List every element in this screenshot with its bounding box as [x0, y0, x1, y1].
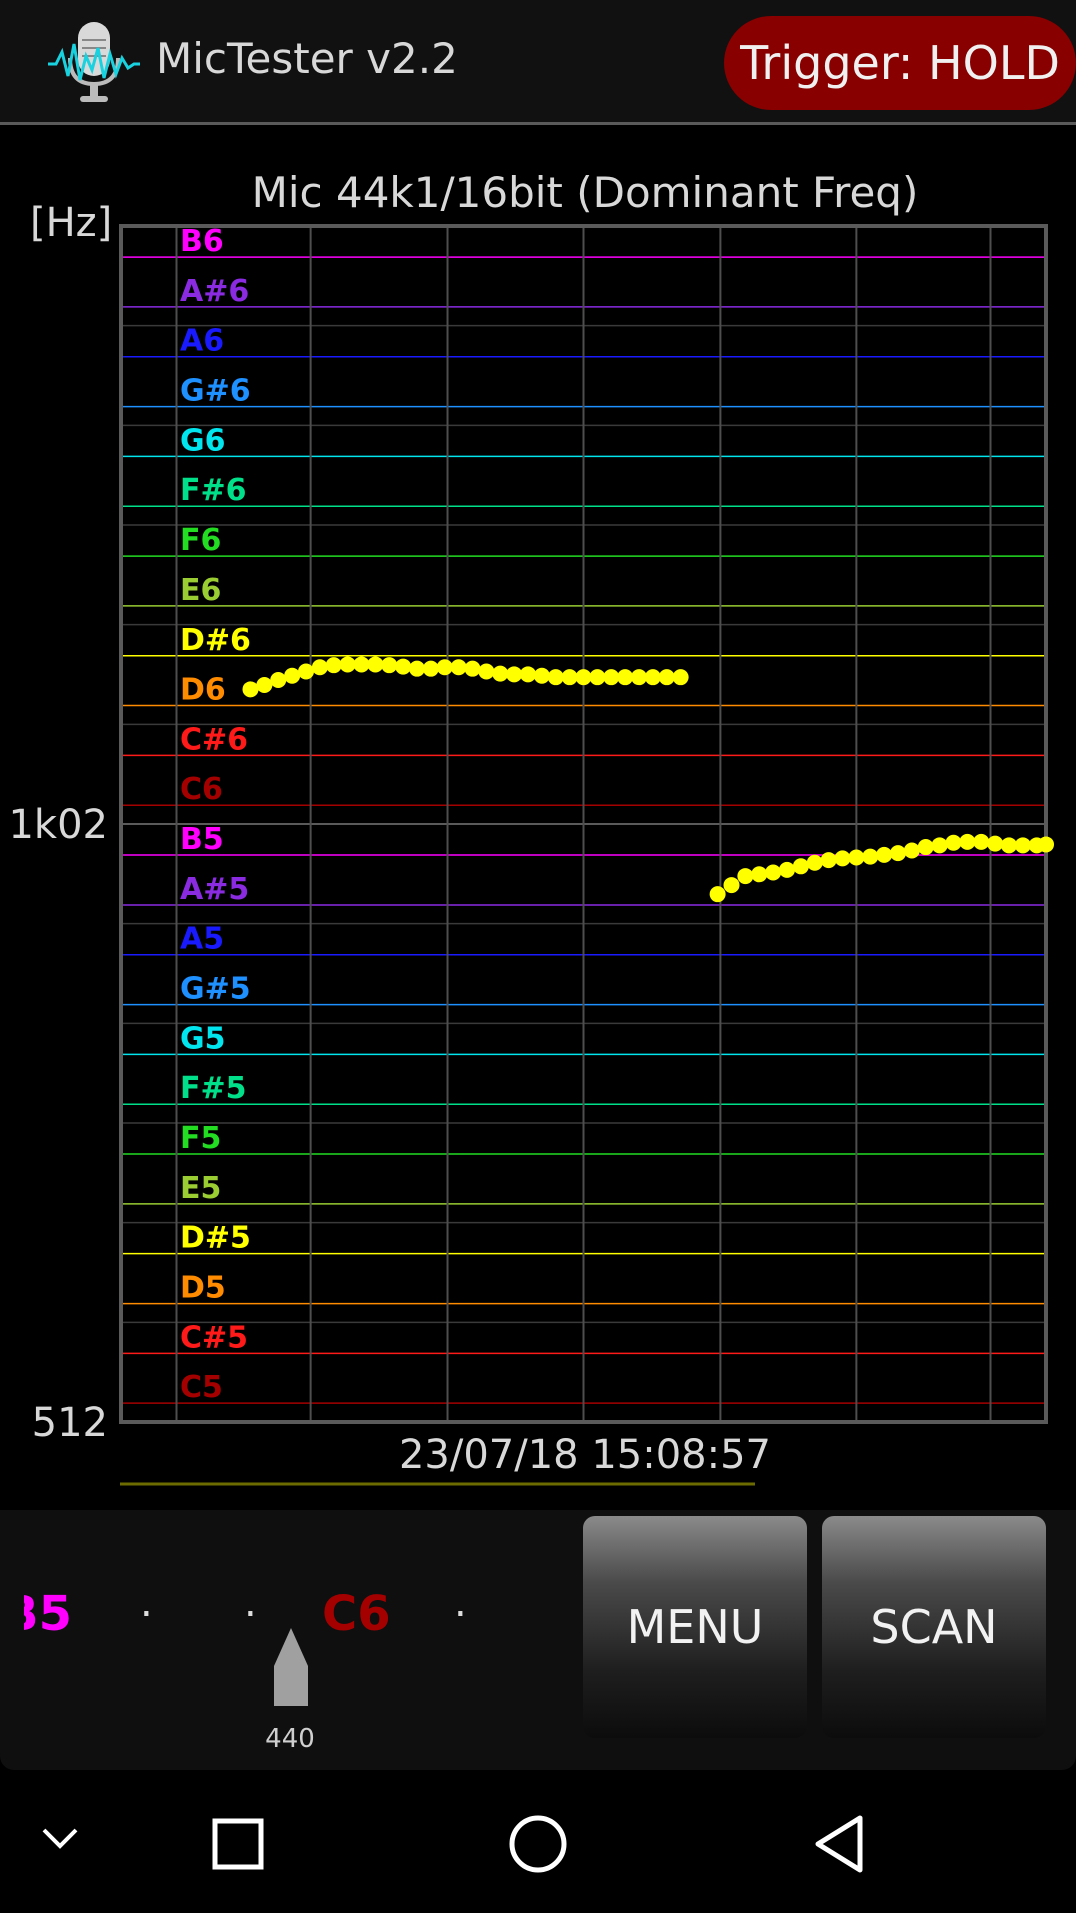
tuner-pointer-icon: [274, 1628, 308, 1706]
system-nav-bar: [0, 1770, 1076, 1913]
app-screen: MicTester v2.2 Trigger: HOLD [Hz] Mic 44…: [0, 0, 1076, 1770]
tuner-note-left: B5: [24, 1586, 72, 1642]
circle-icon[interactable]: [508, 1814, 568, 1874]
scan-button[interactable]: SCAN: [822, 1516, 1046, 1738]
tuner-dot: .: [140, 1580, 153, 1626]
scan-divider: [120, 1482, 755, 1486]
square-icon[interactable]: [212, 1818, 264, 1870]
chevron-down-icon[interactable]: [40, 1818, 80, 1858]
triangle-back-icon[interactable]: [812, 1814, 866, 1874]
reference-frequency: 440: [265, 1724, 315, 1754]
tuner-dot: .: [244, 1580, 257, 1626]
tuner-note-center: C6: [322, 1586, 391, 1642]
tuner-dot: .: [454, 1580, 467, 1626]
menu-button[interactable]: MENU: [583, 1516, 807, 1738]
